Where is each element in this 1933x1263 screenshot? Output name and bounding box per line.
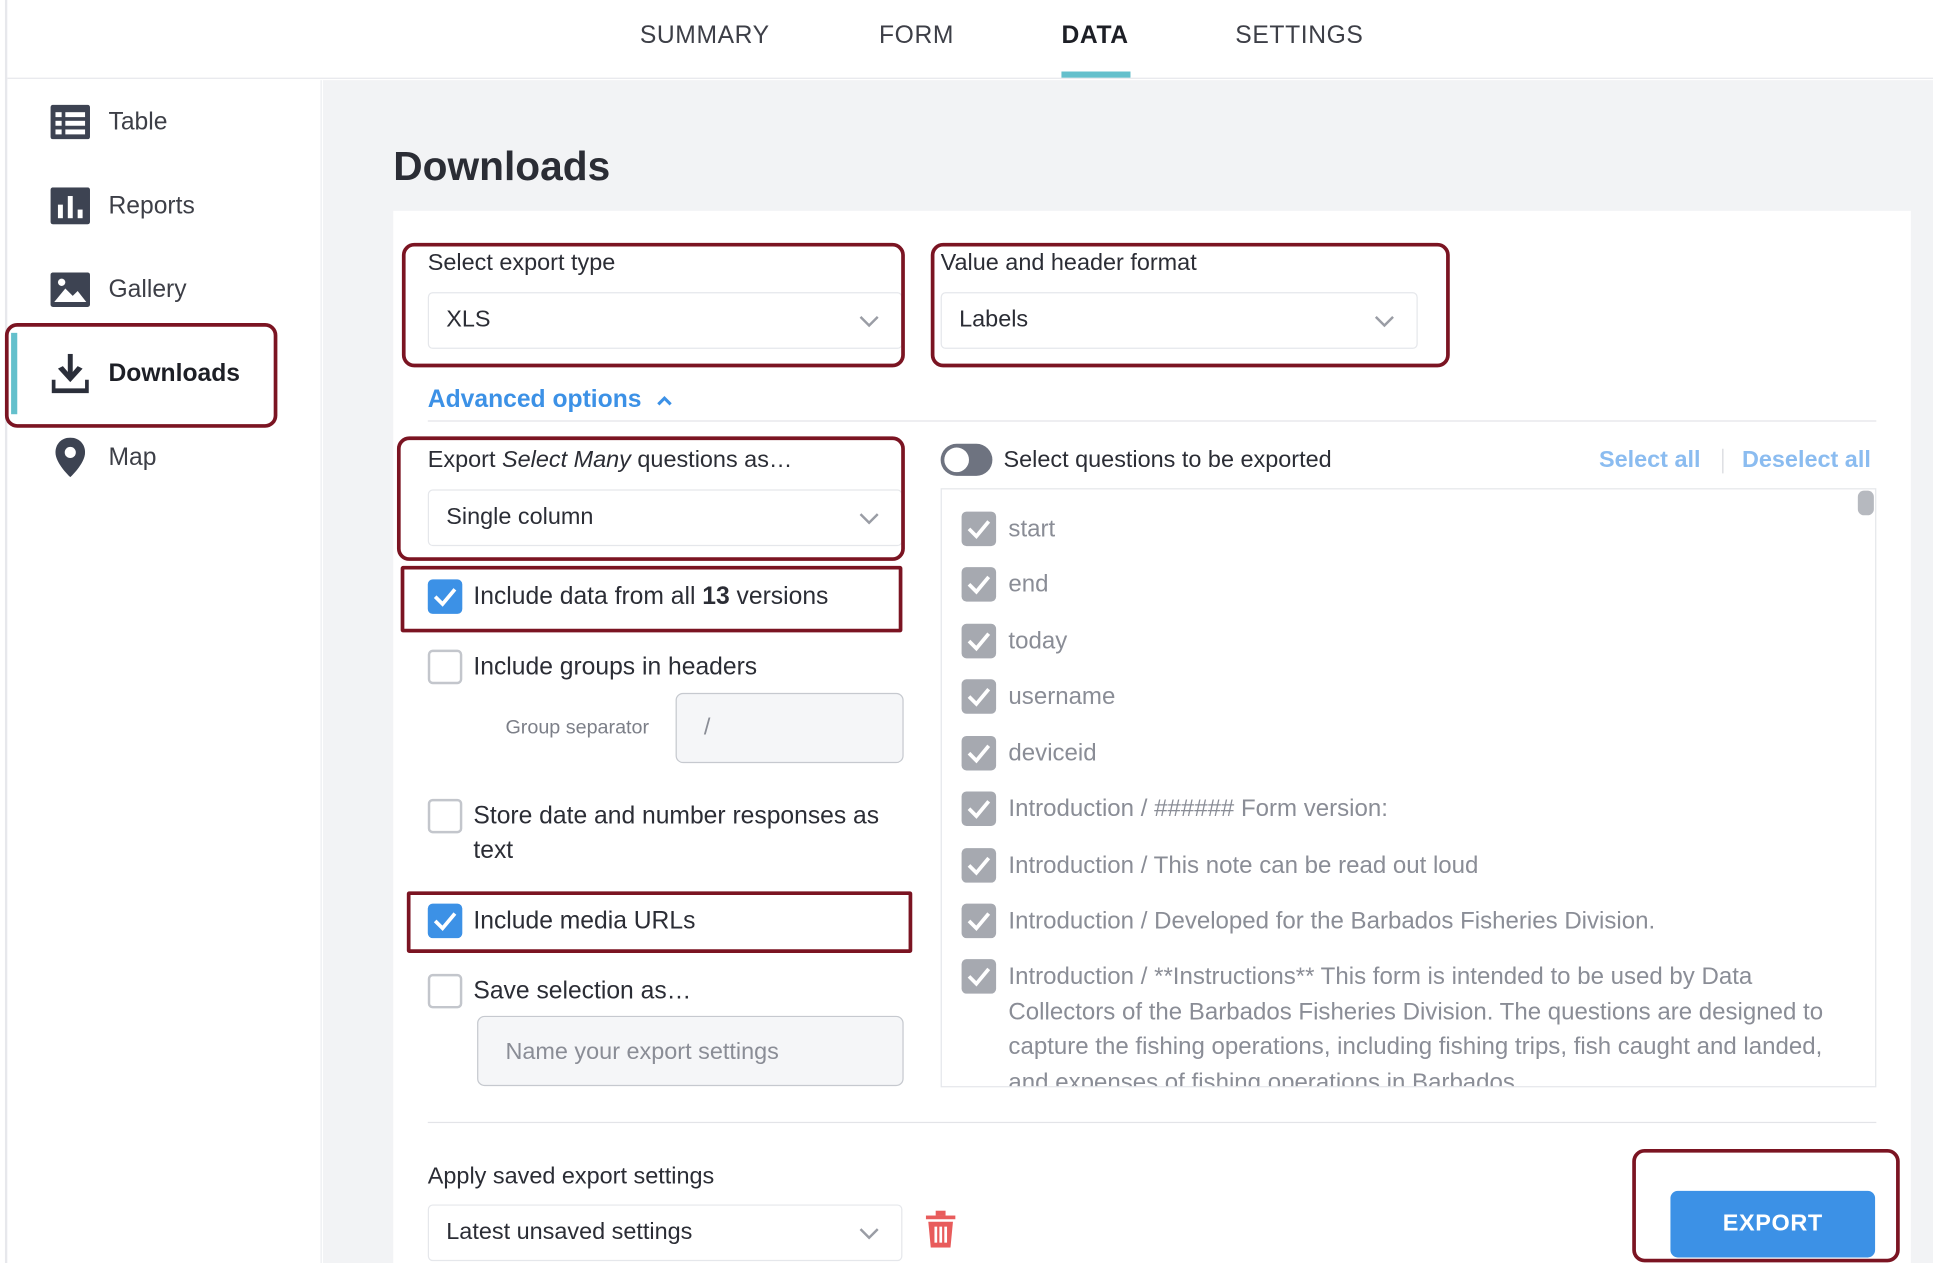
question-label: deviceid: [1008, 739, 1097, 767]
image-icon: [49, 269, 91, 311]
sidebar: Table Reports Gallery Downloads Map: [7, 80, 322, 1263]
highlight-export-button: [1632, 1148, 1900, 1263]
check-icon: [967, 520, 991, 540]
question-label: today: [1008, 627, 1068, 655]
bar-chart-icon: [49, 185, 91, 227]
sidebar-item-reports[interactable]: Reports: [7, 169, 321, 243]
save-selection-label: Save selection as…: [473, 977, 692, 1005]
group-separator-value: /: [703, 715, 711, 741]
sidebar-item-label: Gallery: [108, 275, 187, 303]
question-checkbox[interactable]: [961, 848, 997, 883]
question-checkbox[interactable]: [961, 959, 997, 994]
sidebar-item-label: Table: [108, 107, 168, 135]
tab-summary[interactable]: SUMMARY: [640, 22, 770, 50]
store-as-text-label-line1: Store date and number responses as: [473, 802, 880, 830]
question-checkbox[interactable]: [961, 903, 997, 939]
questions-list[interactable]: start end today username deviceid Introd…: [940, 488, 1877, 1088]
sidebar-item-label: Map: [108, 443, 157, 471]
save-selection-checkbox[interactable]: [427, 973, 463, 1009]
check-icon: [967, 912, 991, 932]
highlight-header-format: [930, 242, 1450, 368]
question-label: username: [1008, 682, 1116, 711]
deselect-all-link[interactable]: Deselect all: [1742, 448, 1871, 475]
toggle-knob: [944, 447, 969, 473]
highlight-select-many: [396, 436, 905, 561]
sidebar-item-table[interactable]: Table: [7, 85, 321, 159]
highlight-downloads: [4, 322, 278, 428]
question-checkbox[interactable]: [961, 567, 997, 602]
advanced-options-label: Advanced options: [427, 385, 642, 413]
tab-data[interactable]: DATA: [1061, 22, 1128, 50]
page-title: Downloads: [393, 143, 611, 189]
select-questions-label: Select questions to be exported: [1003, 447, 1332, 474]
check-icon: [967, 856, 991, 876]
link-divider: [1722, 448, 1724, 474]
store-as-text-checkbox[interactable]: [427, 798, 463, 834]
check-icon: [967, 744, 991, 764]
saved-settings-value: Latest unsaved settings: [446, 1219, 693, 1246]
advanced-options-toggle[interactable]: Advanced options: [428, 386, 673, 414]
select-questions-toggle[interactable]: [940, 443, 993, 476]
include-groups-label: Include groups in headers: [473, 653, 758, 681]
check-icon: [967, 632, 991, 652]
group-separator-label: Group separator: [505, 717, 650, 739]
highlight-export-type: [401, 242, 905, 368]
trash-icon[interactable]: [925, 1210, 956, 1248]
table-icon: [49, 101, 91, 143]
question-label: end: [1008, 570, 1049, 598]
active-tab-indicator: [1061, 71, 1131, 78]
export-settings-name-input[interactable]: Name your export settings: [477, 1015, 904, 1087]
check-icon: [967, 575, 991, 595]
sidebar-item-gallery[interactable]: Gallery: [7, 253, 321, 327]
tab-form[interactable]: FORM: [879, 22, 954, 50]
sidebar-item-map[interactable]: Map: [7, 420, 321, 494]
question-label: start: [1008, 515, 1056, 543]
divider: [427, 1121, 1877, 1124]
question-label: Introduction / This note can be read out…: [1008, 851, 1479, 879]
check-icon: [967, 967, 991, 987]
question-label: Introduction / ###### Form version:: [1008, 795, 1388, 823]
chevron-down-icon: [859, 1228, 879, 1240]
questions-scrollbar[interactable]: [1857, 490, 1874, 516]
map-pin-icon: [49, 436, 91, 478]
highlight-include-versions: [400, 565, 903, 633]
saved-settings-label: Apply saved export settings: [427, 1163, 715, 1190]
question-checkbox[interactable]: [961, 791, 997, 826]
group-separator-input[interactable]: /: [675, 692, 904, 764]
question-label: Introduction / Developed for the Barbado…: [1008, 907, 1656, 935]
select-all-link[interactable]: Select all: [1599, 448, 1701, 475]
saved-settings-select[interactable]: Latest unsaved settings: [427, 1204, 903, 1262]
question-checkbox[interactable]: [961, 735, 997, 771]
chevron-up-icon: [657, 396, 672, 406]
highlight-include-media: [406, 891, 913, 953]
question-checkbox[interactable]: [961, 679, 997, 714]
question-label: Introduction / **Instructions** This for…: [1008, 962, 1824, 1088]
export-settings-name-placeholder: Name your export settings: [505, 1039, 779, 1066]
top-navigation: [7, 0, 1933, 79]
sidebar-item-label: Reports: [108, 191, 195, 219]
divider: [427, 420, 1877, 422]
include-groups-checkbox[interactable]: [427, 649, 463, 685]
app-root: SUMMARY FORM DATA SETTINGS Table Reports…: [0, 0, 1933, 1263]
check-icon: [967, 687, 991, 707]
tab-settings[interactable]: SETTINGS: [1235, 22, 1363, 50]
question-checkbox[interactable]: [961, 623, 997, 659]
question-checkbox[interactable]: [961, 511, 997, 547]
check-icon: [967, 800, 991, 819]
store-as-text-label-line2: text: [473, 837, 514, 865]
